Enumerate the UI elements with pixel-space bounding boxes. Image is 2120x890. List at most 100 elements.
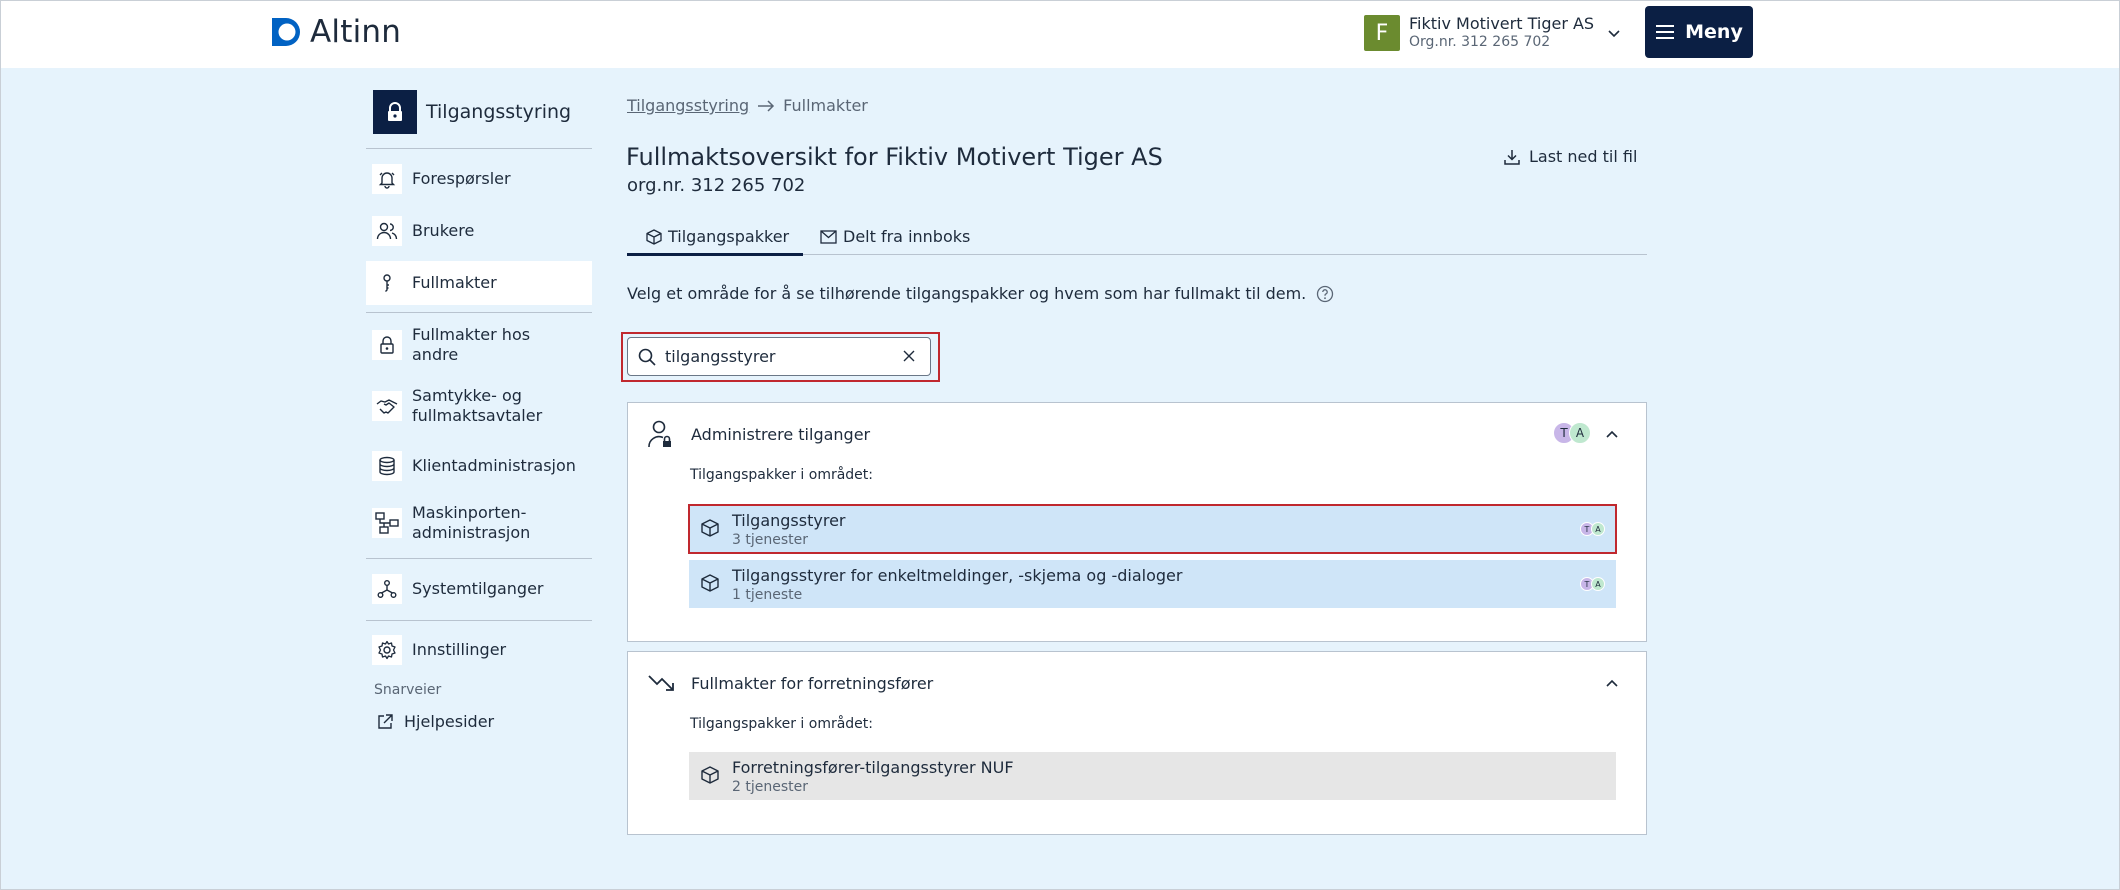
sidebar-item-klientadministrasjon[interactable]: Klientadministrasjon: [366, 444, 592, 488]
package-count: 2 tjenester: [732, 779, 808, 795]
sidebar-item-label: Brukere: [412, 221, 475, 240]
tab-bar: Tilgangspakker Delt fra innboks: [627, 218, 1647, 256]
sidebar-item-label: Fullmakter: [412, 273, 497, 292]
sidebar-divider: [366, 558, 592, 559]
sidebar-item-innstillinger[interactable]: Innstillinger: [366, 628, 592, 672]
hamburger-icon: [1656, 25, 1675, 39]
sidebar-divider: [366, 620, 592, 621]
package-avatar-group: T A: [1580, 522, 1605, 536]
avatar: A: [1591, 577, 1605, 591]
package-title: Tilgangsstyrer for enkeltmeldinger, -skj…: [732, 566, 1183, 585]
help-circle-icon[interactable]: [1316, 285, 1334, 303]
menu-button[interactable]: Meny: [1645, 6, 1753, 58]
users-icon: [372, 216, 402, 246]
package-count: 3 tjenester: [732, 532, 808, 548]
search-input[interactable]: [665, 347, 885, 366]
search-icon: [638, 348, 656, 366]
org-name: Fiktiv Motivert Tiger AS: [1409, 14, 1595, 33]
chevron-up-icon: [1606, 430, 1618, 438]
package-tilgangsstyrer-enkeltmeldinger[interactable]: Tilgangsstyrer for enkeltmeldinger, -skj…: [689, 560, 1616, 608]
org-avatar: F: [1364, 15, 1400, 51]
key-icon: [372, 268, 402, 298]
download-label: Last ned til fil: [1529, 147, 1638, 166]
org-number: Org.nr. 312 265 702: [1409, 34, 1551, 50]
logo-text: Altinn: [310, 14, 402, 50]
sidebar-item-label: Samtykke- og fullmaktsavtaler: [412, 386, 543, 425]
help-pages-link[interactable]: Hjelpesider: [366, 704, 592, 740]
top-header: Altinn F Fiktiv Motivert Tiger AS Org.nr…: [0, 0, 2120, 68]
help-pages-label: Hjelpesider: [404, 712, 495, 731]
external-link-icon: [378, 714, 393, 729]
chevron-up-icon: [1606, 679, 1618, 687]
close-icon[interactable]: [902, 349, 916, 363]
area-title: Administrere tilganger: [691, 425, 871, 444]
area-card-fullmakter-forretningsforer: Fullmakter for forretningsfører Tilgangs…: [627, 651, 1647, 835]
sidebar-item-systemtilganger[interactable]: Systemtilganger: [366, 567, 592, 611]
area-card-administrere-tilganger: Administrere tilganger T A Tilgangspakke…: [627, 402, 1647, 642]
area-avatar-group: T A: [1553, 422, 1591, 444]
search-field[interactable]: [627, 337, 931, 376]
package-title: Tilgangsstyrer: [732, 511, 846, 530]
tab-tilgangspakker[interactable]: Tilgangspakker: [627, 218, 804, 256]
download-button[interactable]: Last ned til fil: [1503, 147, 1637, 166]
sidebar-title: Tilgangsstyring: [373, 90, 571, 134]
breadcrumb-root-link[interactable]: Tilgangsstyring: [627, 96, 749, 115]
breadcrumb: Tilgangsstyring Fullmakter: [627, 96, 868, 115]
intro-text-content: Velg et område for å se tilhørende tilga…: [627, 284, 1307, 303]
package-icon: [701, 574, 719, 592]
package-icon: [646, 228, 662, 245]
trending-down-icon: [648, 675, 674, 691]
tab-label: Tilgangspakker: [668, 227, 790, 246]
sidebar-item-fullmakter-hos-andre[interactable]: Fullmakter hos andre: [366, 318, 592, 372]
user-lock-icon: [648, 420, 671, 448]
area-header[interactable]: Fullmakter for forretningsfører: [628, 652, 1646, 714]
avatar: A: [1591, 522, 1605, 536]
area-header[interactable]: Administrere tilganger T A: [628, 403, 1646, 465]
envelope-icon: [820, 229, 837, 244]
avatar: A: [1569, 422, 1591, 444]
breadcrumb-current: Fullmakter: [783, 96, 868, 115]
sidebar-item-fullmakter[interactable]: Fullmakter: [366, 261, 592, 305]
sidebar-item-label: Fullmakter hos andre: [412, 325, 531, 364]
arrow-right-icon: [758, 99, 775, 112]
gear-icon: [372, 635, 402, 665]
intro-text: Velg et område for å se tilhørende tilga…: [627, 284, 1334, 303]
area-subheading: Tilgangspakker i området:: [690, 467, 874, 483]
sidebar-item-brukere[interactable]: Brukere: [366, 209, 592, 253]
sidebar-item-label: Forespørsler: [412, 169, 511, 188]
tab-delt-fra-innboks[interactable]: Delt fra innboks: [820, 218, 970, 255]
chevron-down-icon: [1608, 30, 1620, 38]
tab-label: Delt fra innboks: [843, 227, 971, 246]
sidebar-divider: [366, 312, 592, 313]
nodes-icon: [372, 574, 402, 604]
sidebar-divider: [366, 148, 592, 149]
sidebar-item-label: Innstillinger: [412, 640, 507, 659]
page-subtitle: org.nr. 312 265 702: [627, 175, 806, 196]
database-icon: [372, 451, 402, 481]
altinn-logo[interactable]: Altinn: [270, 14, 401, 50]
lock-icon: [373, 90, 417, 134]
sidebar-item-samtykke[interactable]: Samtykke- og fullmaktsavtaler: [366, 379, 592, 433]
area-title: Fullmakter for forretningsfører: [691, 674, 934, 693]
org-switcher[interactable]: F Fiktiv Motivert Tiger AS Org.nr. 312 2…: [1364, 14, 1624, 52]
shortcuts-heading: Snarveier: [374, 682, 442, 698]
package-title: Forretningsfører-tilgangsstyrer NUF: [732, 758, 1014, 777]
sidebar-item-label: Klientadministrasjon: [412, 456, 576, 475]
package-avatar-group: T A: [1580, 577, 1605, 591]
download-icon: [1504, 149, 1520, 165]
package-icon: [701, 519, 719, 537]
sidebar-item-label: Systemtilganger: [412, 579, 544, 598]
package-tilgangsstyrer[interactable]: Tilgangsstyrer 3 tjenester T A: [689, 505, 1616, 553]
sidebar-item-maskinporten[interactable]: Maskinporten-administrasjon: [366, 496, 592, 550]
package-forretningsforer-tilgangsstyrer-nuf[interactable]: Forretningsfører-tilgangsstyrer NUF 2 tj…: [689, 752, 1616, 800]
altinn-logo-icon: [272, 18, 300, 46]
sidebar-item-label: Maskinporten-administrasjon: [412, 503, 531, 542]
sidebar-item-foresporsler[interactable]: Forespørsler: [366, 157, 592, 201]
padlock-icon: [372, 330, 402, 360]
menu-label: Meny: [1685, 21, 1743, 43]
package-count: 1 tjeneste: [732, 587, 803, 603]
sidebar-title-text: Tilgangsstyring: [426, 101, 572, 123]
package-icon: [701, 766, 719, 784]
bell-icon: [372, 164, 402, 194]
area-subheading: Tilgangspakker i området:: [690, 716, 874, 732]
